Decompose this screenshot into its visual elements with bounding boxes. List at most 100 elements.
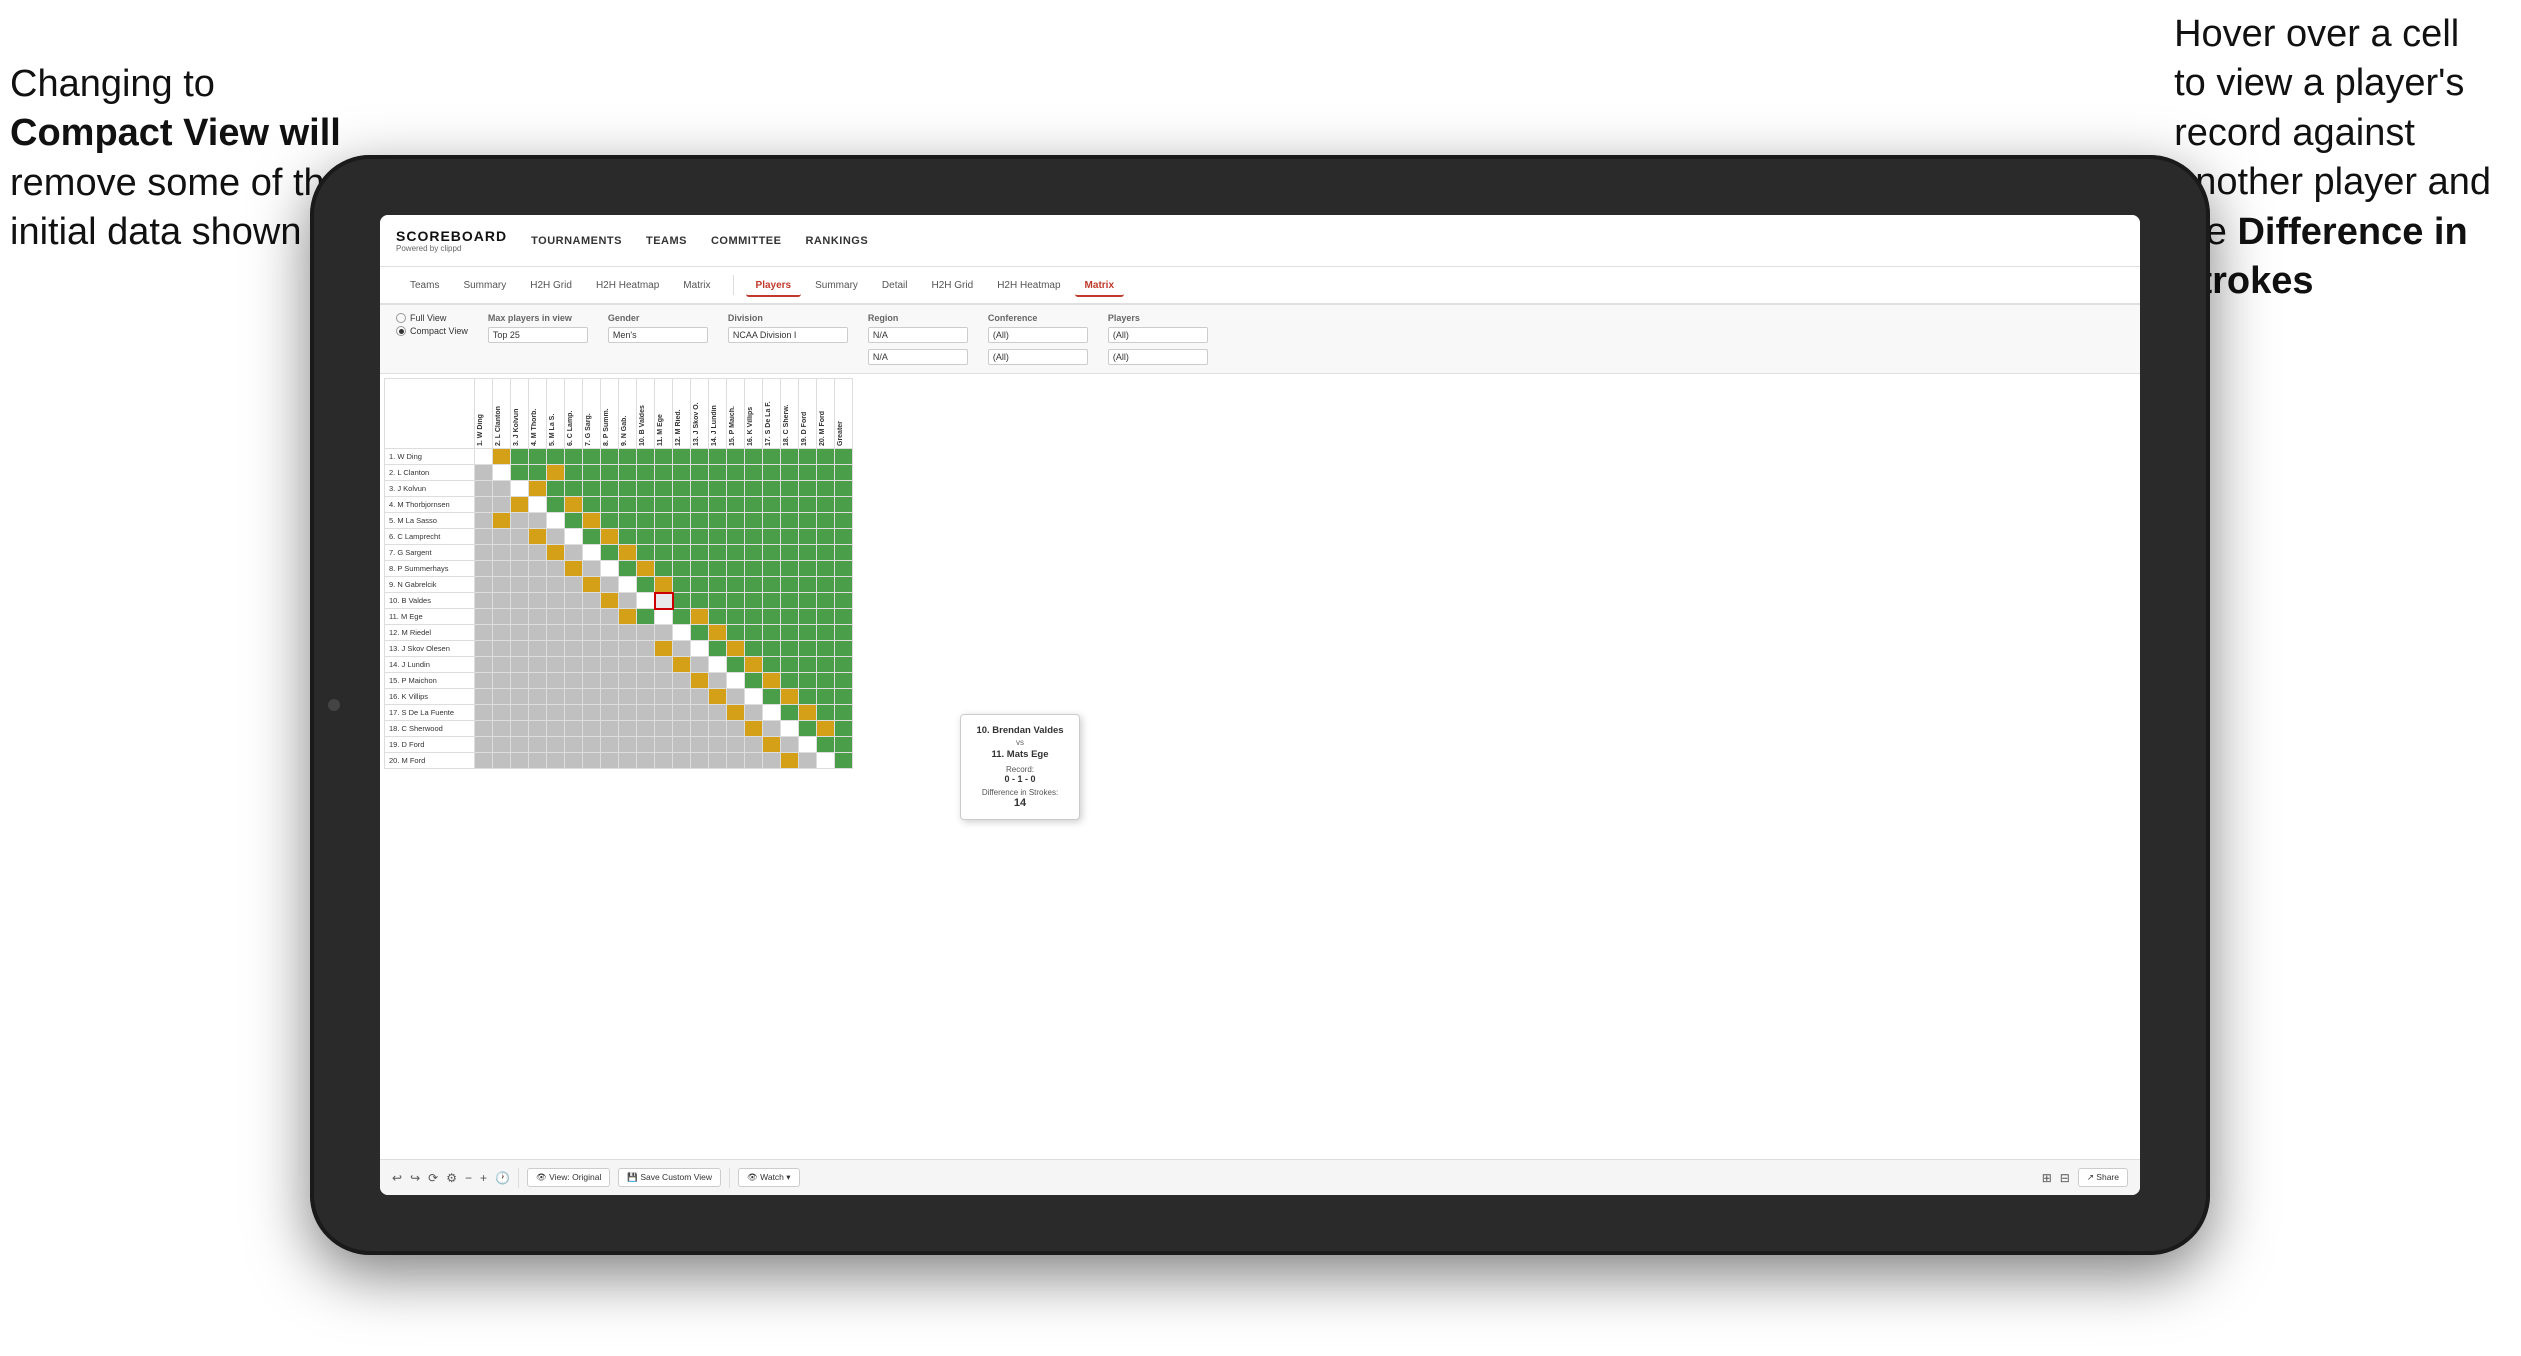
matrix-cell-20-14[interactable] <box>709 753 727 769</box>
matrix-cell-10-20[interactable] <box>817 593 835 609</box>
matrix-cell-11-12[interactable] <box>673 609 691 625</box>
matrix-cell-6-7[interactable] <box>583 529 601 545</box>
matrix-cell-12-15[interactable] <box>727 625 745 641</box>
matrix-cell-5-5[interactable] <box>547 513 565 529</box>
matrix-cell-14-14[interactable] <box>709 657 727 673</box>
matrix-cell-9-18[interactable] <box>781 577 799 593</box>
matrix-cell-6-20[interactable] <box>817 529 835 545</box>
matrix-cell-13-21[interactable] <box>835 641 853 657</box>
matrix-cell-10-2[interactable] <box>493 593 511 609</box>
matrix-cell-4-11[interactable] <box>655 497 673 513</box>
matrix-cell-12-7[interactable] <box>583 625 601 641</box>
matrix-cell-3-14[interactable] <box>709 481 727 497</box>
grid-icon[interactable]: ⊟ <box>2060 1171 2070 1185</box>
matrix-cell-3-21[interactable] <box>835 481 853 497</box>
matrix-cell-17-5[interactable] <box>547 705 565 721</box>
matrix-cell-13-8[interactable] <box>601 641 619 657</box>
tab-teams[interactable]: Teams <box>400 276 449 295</box>
matrix-cell-7-3[interactable] <box>511 545 529 561</box>
matrix-cell-12-5[interactable] <box>547 625 565 641</box>
matrix-cell-5-18[interactable] <box>781 513 799 529</box>
matrix-cell-9-12[interactable] <box>673 577 691 593</box>
matrix-cell-18-14[interactable] <box>709 721 727 737</box>
matrix-cell-8-15[interactable] <box>727 561 745 577</box>
matrix-cell-17-12[interactable] <box>673 705 691 721</box>
matrix-cell-18-3[interactable] <box>511 721 529 737</box>
matrix-cell-6-6[interactable] <box>565 529 583 545</box>
matrix-cell-1-15[interactable] <box>727 449 745 465</box>
matrix-cell-18-21[interactable] <box>835 721 853 737</box>
matrix-cell-1-11[interactable] <box>655 449 673 465</box>
matrix-cell-14-19[interactable] <box>799 657 817 673</box>
matrix-cell-15-16[interactable] <box>745 673 763 689</box>
matrix-cell-2-10[interactable] <box>637 465 655 481</box>
matrix-cell-5-9[interactable] <box>619 513 637 529</box>
matrix-cell-9-1[interactable] <box>475 577 493 593</box>
matrix-cell-7-13[interactable] <box>691 545 709 561</box>
matrix-cell-3-13[interactable] <box>691 481 709 497</box>
matrix-cell-7-20[interactable] <box>817 545 835 561</box>
matrix-cell-15-3[interactable] <box>511 673 529 689</box>
matrix-cell-2-12[interactable] <box>673 465 691 481</box>
matrix-cell-11-10[interactable] <box>637 609 655 625</box>
nav-tournaments[interactable]: TOURNAMENTS <box>531 235 622 247</box>
matrix-cell-14-9[interactable] <box>619 657 637 673</box>
matrix-cell-13-4[interactable] <box>529 641 547 657</box>
matrix-cell-14-2[interactable] <box>493 657 511 673</box>
nav-committee[interactable]: COMMITTEE <box>711 235 782 247</box>
matrix-cell-3-1[interactable] <box>475 481 493 497</box>
matrix-cell-14-6[interactable] <box>565 657 583 673</box>
matrix-cell-9-5[interactable] <box>547 577 565 593</box>
compact-view-radio[interactable]: Compact View <box>396 326 468 336</box>
matrix-cell-3-19[interactable] <box>799 481 817 497</box>
matrix-cell-12-8[interactable] <box>601 625 619 641</box>
matrix-cell-8-4[interactable] <box>529 561 547 577</box>
matrix-cell-7-8[interactable] <box>601 545 619 561</box>
matrix-cell-7-15[interactable] <box>727 545 745 561</box>
tab-h2h-grid2[interactable]: H2H Grid <box>922 276 984 295</box>
matrix-cell-7-12[interactable] <box>673 545 691 561</box>
matrix-cell-9-2[interactable] <box>493 577 511 593</box>
matrix-cell-19-3[interactable] <box>511 737 529 753</box>
matrix-cell-13-12[interactable] <box>673 641 691 657</box>
matrix-cell-13-5[interactable] <box>547 641 565 657</box>
matrix-cell-8-12[interactable] <box>673 561 691 577</box>
matrix-cell-11-19[interactable] <box>799 609 817 625</box>
matrix-cell-17-16[interactable] <box>745 705 763 721</box>
matrix-cell-2-6[interactable] <box>565 465 583 481</box>
matrix-cell-7-9[interactable] <box>619 545 637 561</box>
matrix-cell-12-10[interactable] <box>637 625 655 641</box>
matrix-cell-18-4[interactable] <box>529 721 547 737</box>
matrix-cell-10-6[interactable] <box>565 593 583 609</box>
matrix-cell-1-10[interactable] <box>637 449 655 465</box>
matrix-cell-4-7[interactable] <box>583 497 601 513</box>
matrix-cell-19-16[interactable] <box>745 737 763 753</box>
matrix-cell-4-1[interactable] <box>475 497 493 513</box>
max-players-select[interactable]: Top 25 <box>488 327 588 343</box>
matrix-cell-12-18[interactable] <box>781 625 799 641</box>
matrix-cell-3-6[interactable] <box>565 481 583 497</box>
matrix-cell-11-14[interactable] <box>709 609 727 625</box>
matrix-cell-16-19[interactable] <box>799 689 817 705</box>
matrix-cell-15-12[interactable] <box>673 673 691 689</box>
matrix-cell-8-21[interactable] <box>835 561 853 577</box>
matrix-cell-2-2[interactable] <box>493 465 511 481</box>
matrix-cell-16-21[interactable] <box>835 689 853 705</box>
matrix-cell-4-12[interactable] <box>673 497 691 513</box>
matrix-cell-8-11[interactable] <box>655 561 673 577</box>
matrix-cell-19-5[interactable] <box>547 737 565 753</box>
matrix-cell-3-11[interactable] <box>655 481 673 497</box>
matrix-cell-3-7[interactable] <box>583 481 601 497</box>
clock-icon[interactable]: 🕐 <box>495 1171 510 1185</box>
matrix-cell-2-18[interactable] <box>781 465 799 481</box>
matrix-cell-3-3[interactable] <box>511 481 529 497</box>
plus-icon[interactable]: + <box>480 1171 487 1185</box>
matrix-cell-4-17[interactable] <box>763 497 781 513</box>
matrix-cell-17-2[interactable] <box>493 705 511 721</box>
matrix-cell-5-12[interactable] <box>673 513 691 529</box>
matrix-cell-8-16[interactable] <box>745 561 763 577</box>
matrix-cell-4-13[interactable] <box>691 497 709 513</box>
layout-icon[interactable]: ⊞ <box>2042 1171 2052 1185</box>
nav-rankings[interactable]: RANKINGS <box>805 235 868 247</box>
matrix-cell-6-9[interactable] <box>619 529 637 545</box>
